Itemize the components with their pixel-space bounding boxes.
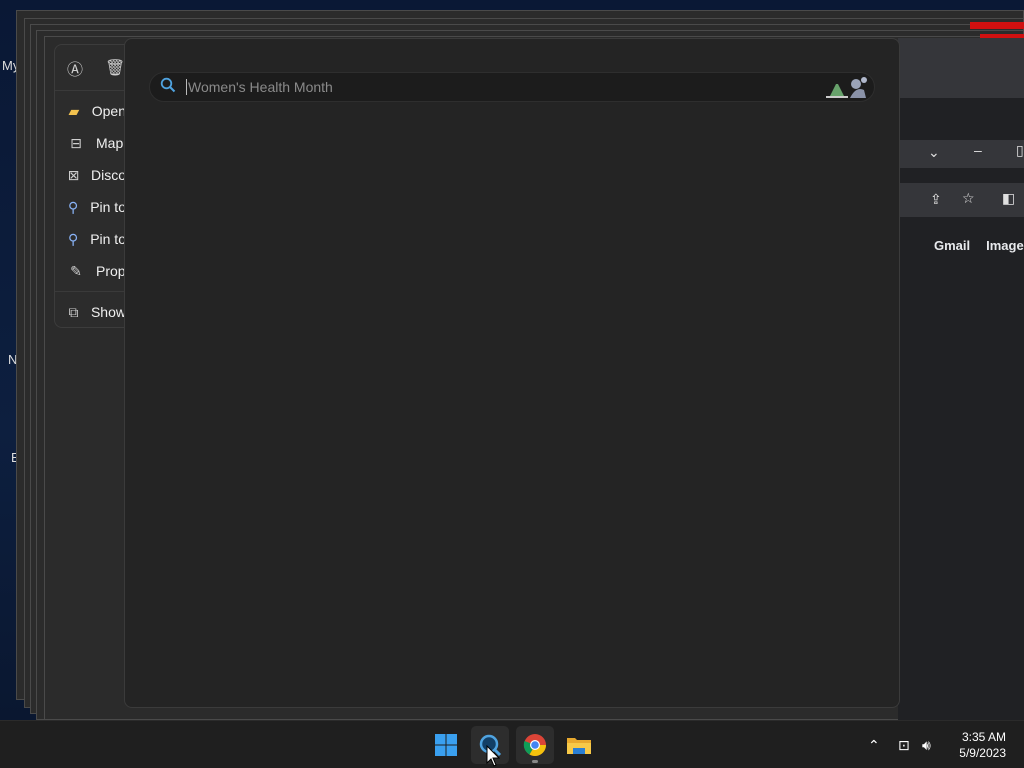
volume-button[interactable]: 🔊︎ [922,721,931,768]
context-menu: Ⓐ 🗑 ▰ Open ⊟ Map ⊠ Disco ⚲ Pin to ⚲ Pin … [54,44,126,328]
network-button[interactable]: ⊡ [898,721,910,768]
chrome-button[interactable] [516,726,554,764]
search-highlight-doodle-icon[interactable] [818,72,874,102]
context-menu-item-properties[interactable]: ✎ Prop [55,255,126,287]
context-menu-item-label: Map [96,135,124,151]
browser-window[interactable]: ⌄ – ▯ ⇪ ☆ ◧ Gmail Images [898,38,1024,720]
context-menu-item-disconnect[interactable]: ⊠ Disco [55,159,126,191]
search-box[interactable] [149,72,875,102]
star-icon[interactable]: ☆ [962,190,975,207]
windows-logo-icon [435,734,457,756]
images-link[interactable]: Images [986,238,1024,253]
context-menu-item-open[interactable]: ▰ Open [55,95,126,127]
chevron-down-icon[interactable]: ⌄ [928,144,940,161]
mouse-cursor-icon [486,744,501,768]
folder-icon: ▰ [68,102,80,119]
context-menu-item-pin[interactable]: ⚲ Pin to [55,191,126,223]
start-button[interactable] [427,726,465,764]
pin-icon: ⚲ [67,198,79,215]
context-menu-item-show-more[interactable]: ⧉ Show [55,296,126,327]
context-menu-item-label: Disco [90,167,126,183]
gmail-link[interactable]: Gmail [934,238,970,253]
taskbar-clock[interactable]: 3:35 AM 5/9/2023 [959,729,1006,761]
chrome-icon [523,734,546,756]
google-links: Gmail Images [934,238,1024,253]
context-menu-item-label: Prop [96,263,126,279]
disconnect-icon: ⊠ [67,166,80,183]
folder-icon [567,738,591,754]
browser-tabstrip [898,38,1024,98]
context-menu-separator [55,291,126,292]
clock-time: 3:35 AM [961,730,1006,744]
context-menu-item-label: Pin to [90,231,126,247]
show-hidden-icons-button[interactable]: ⌃ [868,721,880,768]
file-explorer-button[interactable] [560,726,598,764]
search-panel [124,38,900,708]
chevron-up-icon: ⌃ [868,736,880,753]
share-icon[interactable]: ⇪ [930,191,942,208]
wrench-icon: ✎ [70,262,82,279]
side-panel-icon[interactable]: ◧ [1002,190,1015,207]
volume-icon: 🔊︎ [922,736,931,753]
clock-date: 5/9/2023 [959,746,1006,760]
context-menu-item-label: Pin to [90,199,126,215]
search-input[interactable] [186,79,818,95]
running-indicator [532,760,538,763]
more-options-icon: ⧉ [68,303,79,320]
context-menu-item-label: Open [91,103,126,119]
minimize-icon[interactable]: – [974,142,982,158]
network-icon: ⊡ [898,736,910,753]
search-icon [150,77,186,97]
browser-toolbar: ⇪ ☆ ◧ [898,183,1024,217]
context-menu-item-map[interactable]: ⊟ Map [55,127,126,159]
rename-icon[interactable]: Ⓐ [67,56,83,80]
context-menu-quick-actions: Ⓐ 🗑 [55,45,126,91]
maximize-icon[interactable]: ▯ [1016,142,1024,159]
taskbar: ⌃ ⊡ 🔊︎ 3:35 AM 5/9/2023 [0,720,1024,768]
context-menu-item-label: Show [90,304,126,320]
map-drive-icon: ⊟ [70,134,82,151]
browser-title-bar: ⌄ – ▯ [898,140,1024,168]
red-tab-marker [970,22,1024,29]
pin-icon: ⚲ [67,230,79,247]
delete-icon[interactable]: 🗑 [105,58,125,78]
context-menu-item-pin[interactable]: ⚲ Pin to [55,223,126,255]
